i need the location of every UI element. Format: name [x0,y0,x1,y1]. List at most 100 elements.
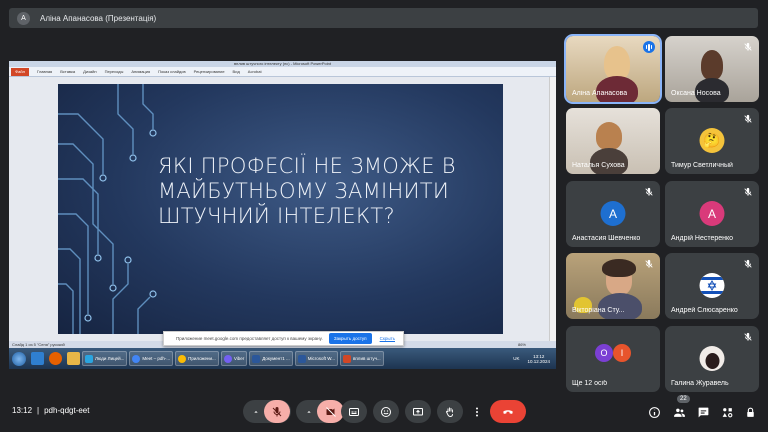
slide-editor-area: ЯКІ ПРОФЕСІЇ НЕ ЗМОЖЕ В МАЙБУТНЬОМУ ЗАМІ… [9,77,556,341]
file-tab: Файл [11,67,29,76]
presenter-bar: A Аліна Апанасова (Презентація) [9,8,758,28]
meeting-info-separator: | [37,406,40,415]
participant-video [596,122,622,150]
host-controls-button[interactable] [742,404,758,420]
ie-icon [31,352,44,365]
participant-name: Вікторіана Сту... [572,307,625,314]
participant-name: Андрій Нестеренко [671,235,734,242]
mic-off-icon [744,187,752,196]
participant-video-body [590,148,628,174]
hide-notice-link[interactable]: Скрыть [380,336,395,341]
participant-video-body [596,76,638,102]
hangup-button[interactable] [490,400,526,423]
taskbar-task: Meet – pdh-... [129,351,174,366]
more-icon [476,407,478,416]
more-participants-tile[interactable]: O I Ще 12 осіб [566,326,660,392]
participant-name: Тимур Светличный [671,162,733,169]
participant-tile[interactable]: 🤔 Тимур Светличный [665,108,759,174]
participant-video-body [598,293,642,319]
task-label: вплив штуч... [352,356,381,361]
meeting-time: 13:12 [12,406,33,415]
ribbon-tab: Вставка [60,69,76,74]
mic-toggle-button[interactable] [264,400,290,423]
participant-tile[interactable]: A Анастасия Шевченко [566,181,660,247]
taskbar-task: вплив штуч... [339,351,384,366]
task-label: Viber [233,356,245,361]
mic-off-icon [744,114,752,123]
activities-button[interactable] [719,404,735,420]
powerpoint-icon [342,354,351,363]
start-button-icon [12,351,26,366]
stop-sharing-button[interactable]: Закрыть доступ [328,333,372,344]
slide: ЯКІ ПРОФЕСІЇ НЕ ЗМОЖЕ В МАЙБУТНЬОМУ ЗАМІ… [58,84,503,334]
task-label: Meet – pdh-... [142,356,171,361]
host-controls-icon [746,407,754,417]
task-label: Приложени... [188,356,216,361]
meeting-info: 13:12 | pdh-qdgt-eet [12,406,89,415]
chevron-up-icon[interactable] [252,408,260,416]
activities-icon [722,407,732,417]
word-icon [297,354,306,363]
task-label: Люди Лицей... [95,356,125,361]
language-indicator: UK [513,356,520,361]
meeting-code: pdh-qdgt-eet [44,406,90,415]
raise-hand-button[interactable] [437,400,463,423]
participant-tile[interactable]: Аліна Апанасова [564,34,662,104]
mic-off-icon [744,42,752,51]
participant-photo-avatar [699,346,725,371]
meeting-details-button[interactable] [646,404,662,420]
folder-icon [67,352,80,365]
participant-tile[interactable]: Андрей Слюсаренко [665,253,759,319]
participant-name: Оксана Носова [671,90,721,97]
israel-flag-avatar [699,273,725,298]
taskbar-task: Microsoft W... [294,351,338,366]
participant-video-hair [602,259,636,277]
thinking-emoji-avatar: 🤔 [699,128,725,153]
participant-tile[interactable]: Оксана Носова [665,36,759,102]
screen-share-notice: Приложение meet.google.com предоставляет… [163,331,404,346]
ribbon-tab: Показ слайдов [158,69,186,74]
participant-tile[interactable]: Вікторіана Сту... [566,253,660,319]
ribbon-tab: Рецензирование [193,69,225,74]
captions-button[interactable] [341,400,367,423]
emoji-button[interactable] [373,400,399,423]
taskbar-task: Приложени... [175,351,219,366]
participant-count-badge: 22 [677,395,690,403]
more-options-button[interactable] [469,400,485,423]
viber-icon [223,354,232,363]
ribbon-tab: Вид [232,69,240,74]
mic-off-icon [272,406,282,416]
chat-button[interactable] [695,404,711,420]
participant-video [701,50,723,80]
ribbon-tab: Дизайн [83,69,97,74]
powerpoint-ribbon: Файл Главная Вставка Дизайн Переходы Ани… [9,67,556,77]
raise-hand-icon [446,407,453,417]
taskbar-task: Документ1 ... [249,351,293,366]
chevron-up-icon[interactable] [305,408,313,416]
star-of-david-icon [699,277,725,294]
participant-tile[interactable]: A Андрій Нестеренко [665,181,759,247]
taskbar-task: Люди Лицей... [82,351,128,366]
firefox-icon [49,352,62,365]
camera-toggle-button[interactable] [317,400,344,423]
participant-tile[interactable]: Галина Журавель [665,326,759,392]
participant-avatar: A [699,201,725,226]
people-button[interactable] [671,404,687,420]
camera-off-icon [325,406,336,417]
present-button[interactable] [405,400,431,423]
participant-photo-hair [705,352,719,369]
mic-off-icon [645,259,653,268]
mic-off-icon [645,187,653,196]
slide-scrollbar [549,77,556,341]
task-label: Microsoft W... [307,356,335,361]
ribbon-tab: Переходы [104,69,124,74]
system-tray: UK 13:12 10.12.2024 [513,354,556,364]
presenter-avatar: A [17,11,30,25]
share-notice-text: Приложение meet.google.com предоставляет… [176,336,323,341]
participant-name: Андрей Слюсаренко [671,307,738,314]
people-icon [673,408,685,417]
participant-tile[interactable]: Наталья Сухова [566,108,660,174]
tray-date: 10.12.2024 [527,358,550,364]
hangup-icon [503,409,513,414]
captions-icon [349,407,359,416]
